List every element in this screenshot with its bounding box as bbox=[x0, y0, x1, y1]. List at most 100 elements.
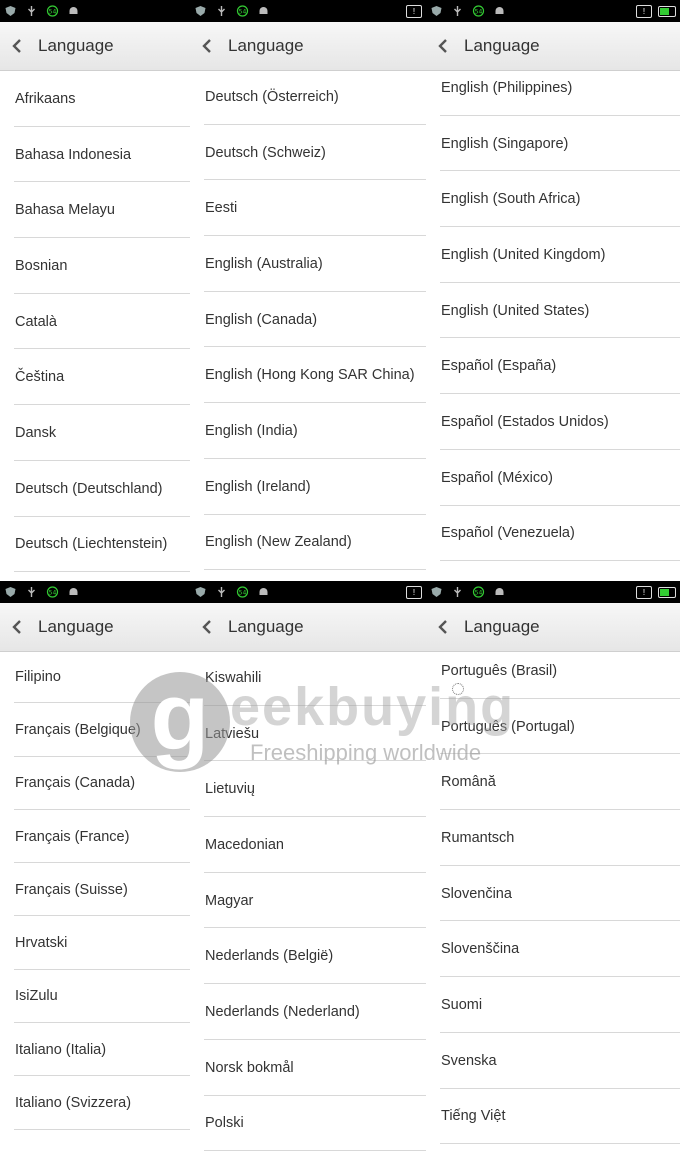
language-item[interactable]: Italiano (Italia) bbox=[0, 1023, 190, 1077]
language-panel-4: 54 Language Filipino Français (Belgique)… bbox=[0, 581, 190, 1161]
back-button[interactable] bbox=[438, 617, 452, 637]
page-title: Language bbox=[464, 617, 540, 636]
language-item[interactable]: Filipino bbox=[0, 650, 190, 704]
language-item[interactable]: Português (Portugal) bbox=[426, 699, 680, 755]
notification-icon: ! bbox=[636, 4, 652, 18]
battery-percent-icon: 54 bbox=[236, 5, 249, 17]
shield-icon bbox=[5, 6, 16, 16]
language-item[interactable]: English (Ireland) bbox=[190, 459, 426, 515]
language-item[interactable]: Português (Brasil) bbox=[426, 643, 680, 699]
language-item[interactable]: Español (Estados Unidos) bbox=[426, 394, 680, 450]
language-item[interactable]: Español (México) bbox=[426, 450, 680, 506]
language-panel-5: 54 ! Language Kiswahili Latviešu Lietuvi… bbox=[190, 581, 426, 1161]
language-list: Kiswahili Latviešu Lietuvių Macedonian M… bbox=[190, 650, 426, 1151]
status-bar: 54 bbox=[0, 581, 190, 603]
language-item[interactable]: Italiano (Svizzera) bbox=[0, 1076, 190, 1130]
battery-percent-icon: 54 bbox=[46, 5, 59, 17]
svg-text:54: 54 bbox=[49, 8, 57, 15]
back-button[interactable] bbox=[202, 617, 216, 637]
usb-icon bbox=[454, 587, 461, 597]
page-title: Language bbox=[228, 617, 304, 636]
language-item[interactable]: Slovenščina bbox=[426, 921, 680, 977]
back-button[interactable] bbox=[202, 36, 216, 56]
language-item[interactable]: Hrvatski bbox=[0, 916, 190, 971]
app-header: Language bbox=[0, 603, 190, 652]
shield-icon bbox=[5, 587, 16, 597]
notification-icon: ! bbox=[406, 585, 422, 599]
language-item[interactable]: Deutsch (Schweiz) bbox=[190, 125, 426, 181]
page-title: Language bbox=[464, 36, 540, 55]
back-button[interactable] bbox=[12, 36, 26, 56]
language-list: Português (Brasil) Português (Portugal) … bbox=[426, 643, 680, 1144]
back-button[interactable] bbox=[438, 36, 452, 56]
battery-percent-icon: 54 bbox=[46, 586, 59, 598]
language-item[interactable]: Bosnian bbox=[0, 238, 190, 294]
language-item[interactable]: English (India) bbox=[190, 403, 426, 459]
language-item[interactable]: English (Philippines) bbox=[426, 60, 680, 116]
chevron-left-icon bbox=[202, 620, 211, 634]
language-item[interactable]: Svenska bbox=[426, 1033, 680, 1089]
language-item[interactable]: English (Singapore) bbox=[426, 116, 680, 172]
battery-icon bbox=[658, 586, 676, 598]
language-item[interactable]: English (New Zealand) bbox=[190, 515, 426, 571]
language-item[interactable]: IsiZulu bbox=[0, 970, 190, 1024]
language-item[interactable]: Français (France) bbox=[0, 810, 190, 864]
android-icon bbox=[259, 588, 268, 595]
language-item[interactable]: English (United Kingdom) bbox=[426, 227, 680, 283]
language-item[interactable]: English (Australia) bbox=[190, 236, 426, 292]
shield-icon bbox=[195, 587, 206, 597]
usb-icon bbox=[454, 6, 461, 16]
language-panel-2: 54 ! Language Deutsch (Österreich) Deuts… bbox=[190, 0, 426, 580]
language-item[interactable]: English (South Africa) bbox=[426, 171, 680, 227]
battery-percent-icon: 54 bbox=[472, 586, 485, 598]
language-panel-1: 54 Language Afrikaans Bahasa Indonesia B… bbox=[0, 0, 190, 580]
language-item[interactable]: Nederlands (Nederland) bbox=[190, 984, 426, 1040]
language-item[interactable]: Dansk bbox=[0, 405, 190, 461]
language-item[interactable]: Español (Venezuela) bbox=[426, 506, 680, 562]
language-item[interactable]: Română bbox=[426, 754, 680, 810]
language-item[interactable]: Afrikaans bbox=[0, 71, 190, 127]
language-item[interactable]: Slovenčina bbox=[426, 866, 680, 922]
language-item[interactable]: Suomi bbox=[426, 977, 680, 1033]
language-item[interactable]: Deutsch (Österreich) bbox=[190, 69, 426, 125]
usb-icon bbox=[28, 587, 35, 597]
language-item[interactable]: Lietuvių bbox=[190, 761, 426, 817]
back-button[interactable] bbox=[12, 617, 26, 637]
page-title: Language bbox=[38, 36, 114, 55]
language-item[interactable]: Norsk bokmål bbox=[190, 1040, 426, 1096]
language-item[interactable]: Bahasa Indonesia bbox=[0, 127, 190, 183]
language-item[interactable]: Español (España) bbox=[426, 338, 680, 394]
language-list: English (Philippines) English (Singapore… bbox=[426, 60, 680, 561]
svg-text:54: 54 bbox=[239, 8, 247, 15]
language-item[interactable]: Bahasa Melayu bbox=[0, 182, 190, 238]
language-item[interactable]: Français (Belgique) bbox=[0, 703, 190, 757]
language-item[interactable]: Català bbox=[0, 294, 190, 350]
language-item[interactable]: English (Canada) bbox=[190, 292, 426, 348]
language-item[interactable]: Français (Canada) bbox=[0, 757, 190, 811]
language-item[interactable]: Latviešu bbox=[190, 706, 426, 762]
language-item[interactable]: Deutsch (Liechtenstein) bbox=[0, 517, 190, 573]
language-item[interactable]: English (United States) bbox=[426, 283, 680, 339]
language-item[interactable]: Polski bbox=[190, 1096, 426, 1152]
page-title: Language bbox=[38, 617, 114, 636]
language-item[interactable]: English (Hong Kong SAR China) bbox=[190, 347, 426, 403]
language-item[interactable]: Deutsch (Deutschland) bbox=[0, 461, 190, 517]
language-item[interactable]: Tiếng Việt bbox=[426, 1089, 680, 1145]
status-bar: 54 ! bbox=[426, 0, 680, 22]
language-item[interactable]: Macedonian bbox=[190, 817, 426, 873]
usb-icon bbox=[218, 6, 225, 16]
language-item[interactable]: Kiswahili bbox=[190, 650, 426, 706]
language-item[interactable]: Rumantsch bbox=[426, 810, 680, 866]
language-item[interactable]: Nederlands (België) bbox=[190, 928, 426, 984]
notification-icon: ! bbox=[406, 4, 422, 18]
status-bar: 54 ! bbox=[190, 581, 426, 603]
language-item[interactable]: Magyar bbox=[190, 873, 426, 929]
android-icon bbox=[69, 588, 78, 595]
chevron-left-icon bbox=[438, 39, 447, 53]
language-item[interactable]: Eesti bbox=[190, 180, 426, 236]
language-item[interactable]: Français (Suisse) bbox=[0, 863, 190, 917]
chevron-left-icon bbox=[202, 39, 211, 53]
status-bar: 54 bbox=[0, 0, 190, 22]
language-item[interactable]: Čeština bbox=[0, 349, 190, 405]
android-icon bbox=[495, 7, 504, 14]
